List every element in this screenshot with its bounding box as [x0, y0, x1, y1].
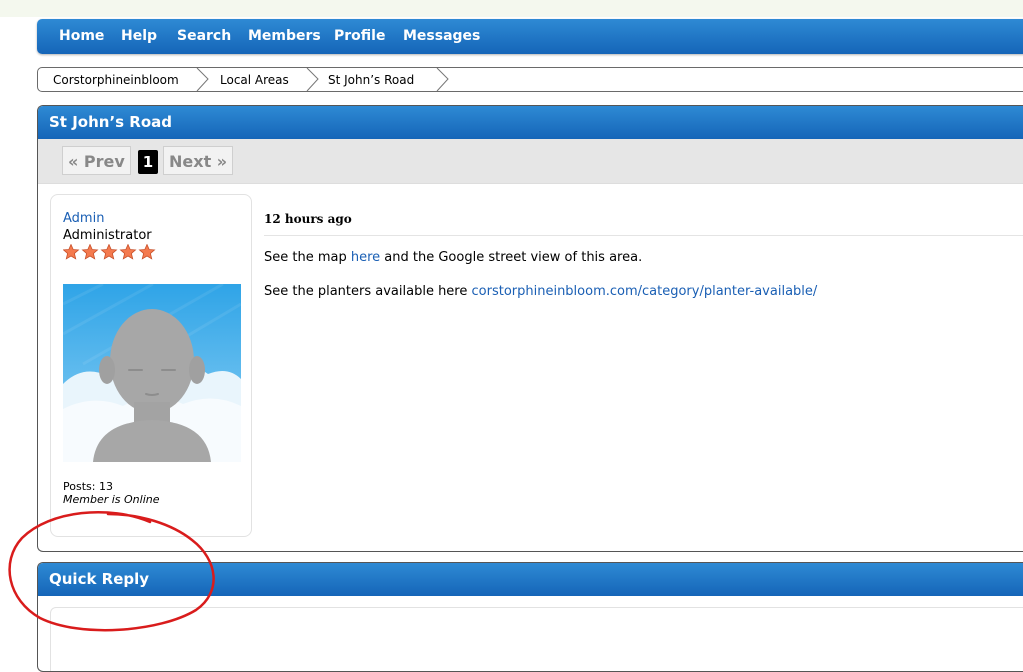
pager: « Prev 1 Next » [38, 139, 1023, 184]
post-timestamp: 12 hours ago [264, 212, 352, 226]
breadcrumb: Corstorphineinbloom Local Areas St John’… [37, 67, 1023, 92]
top-strip [0, 0, 1023, 17]
chevron-separator-icon [306, 67, 319, 92]
quick-reply-box[interactable] [50, 607, 1023, 671]
star-icon [63, 244, 156, 260]
user-role: Administrator [63, 228, 152, 243]
post-text-line-1: See the map here and the Google street v… [264, 250, 642, 265]
breadcrumb-current[interactable]: St John’s Road [328, 73, 414, 87]
post-text: See the map [264, 250, 351, 265]
thread-section: St John’s Road « Prev 1 Next » Admin Adm… [37, 105, 1023, 552]
nav-home[interactable]: Home [59, 28, 104, 44]
post-text: See the planters available here [264, 284, 472, 299]
default-avatar [63, 284, 241, 462]
online-status: Member is Online [63, 493, 160, 506]
breadcrumb-home[interactable]: Corstorphineinbloom [53, 73, 179, 87]
quick-reply-section: Quick Reply [37, 562, 1023, 672]
next-page-button[interactable]: Next » [163, 146, 234, 175]
username-link[interactable]: Admin [63, 211, 104, 226]
thread-title: St John’s Road [38, 106, 1023, 139]
breadcrumb-local-areas[interactable]: Local Areas [220, 73, 289, 87]
post-text: and the Google street view of this area. [380, 250, 643, 265]
chevron-separator-icon [436, 67, 449, 92]
nav-search[interactable]: Search [177, 28, 231, 44]
nav-profile[interactable]: Profile [334, 28, 385, 44]
post-count: Posts: 13 [63, 480, 113, 493]
divider [264, 235, 1023, 236]
nav-help[interactable]: Help [121, 28, 157, 44]
user-card: Admin Administrator Posts: 13 Member is … [50, 194, 252, 537]
rating-stars [63, 244, 156, 260]
post: Admin Administrator Posts: 13 Member is … [38, 183, 1023, 551]
current-page: 1 [138, 150, 158, 174]
planters-link[interactable]: corstorphineinbloom.com/category/planter… [472, 284, 818, 299]
post-text-line-2: See the planters available here corstorp… [264, 284, 817, 299]
nav-messages[interactable]: Messages [403, 28, 480, 44]
main-nav: Home Help Search Members Profile Message… [37, 19, 1023, 54]
quick-reply-title: Quick Reply [38, 563, 1023, 596]
chevron-separator-icon [196, 67, 209, 92]
map-link[interactable]: here [351, 250, 380, 265]
prev-page-button[interactable]: « Prev [62, 146, 131, 175]
nav-members[interactable]: Members [248, 28, 321, 44]
